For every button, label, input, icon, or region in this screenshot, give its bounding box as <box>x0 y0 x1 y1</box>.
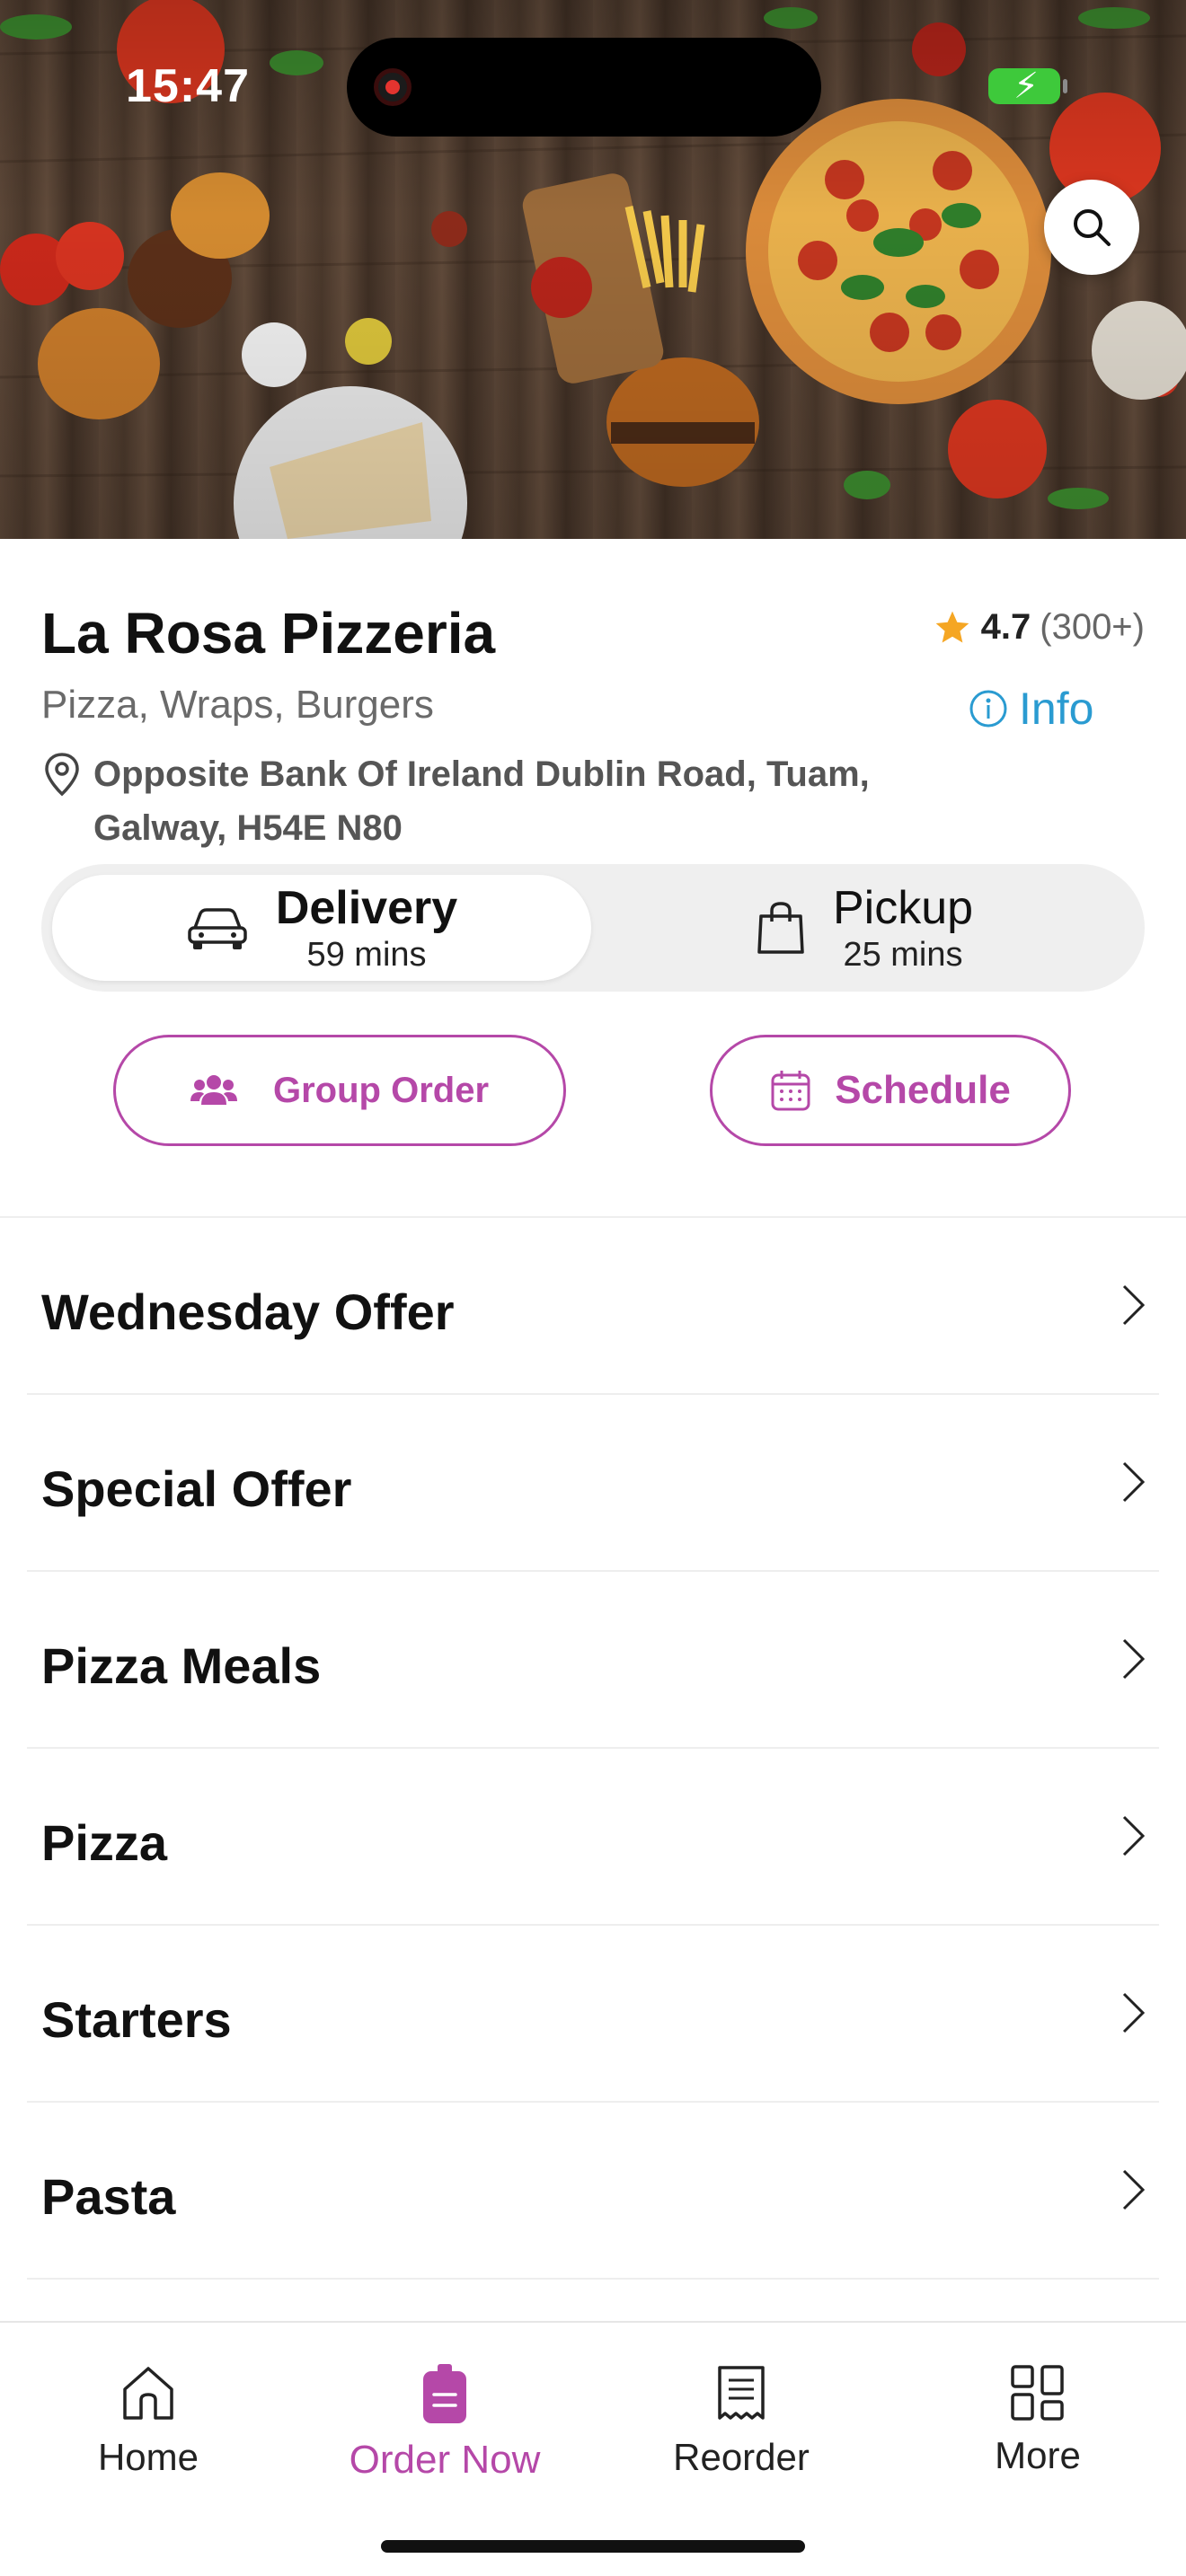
category-row-pasta[interactable]: Pasta <box>27 2103 1159 2280</box>
chevron-right-icon <box>1122 1992 1146 2033</box>
info-icon <box>969 690 1007 728</box>
search-button[interactable] <box>1044 180 1139 275</box>
pickup-option[interactable]: Pickup 25 mins <box>595 875 1134 981</box>
tab-more-label: More <box>995 2434 1081 2476</box>
category-row-pizza[interactable]: Pizza <box>27 1749 1159 1926</box>
category-label: Pizza Meals <box>41 1637 322 1694</box>
info-link[interactable]: Info <box>969 683 1093 735</box>
group-order-button[interactable]: Group Order <box>113 1035 566 1146</box>
address: Opposite Bank Of Ireland Dublin Road, Tu… <box>41 747 940 855</box>
address-text: Opposite Bank Of Ireland Dublin Road, Tu… <box>93 747 870 855</box>
address-line2: Galway, H54E N80 <box>93 808 403 848</box>
hero-banner: 15:47 ⚡ <box>0 0 1186 539</box>
recording-indicator-icon <box>374 68 412 106</box>
order-icon <box>423 2364 466 2423</box>
bottom-tab-bar: Home Order Now Reorder More <box>0 2321 1186 2576</box>
category-label: Wednesday Offer <box>41 1284 455 1340</box>
delivery-option[interactable]: Delivery 59 mins <box>52 875 591 981</box>
tab-home[interactable]: Home <box>13 2364 283 2479</box>
receipt-icon <box>718 2366 765 2420</box>
star-icon <box>935 611 969 642</box>
tab-order-now-label: Order Now <box>349 2438 541 2482</box>
delivery-label: Delivery <box>275 882 458 934</box>
category-label: Pasta <box>41 2168 176 2225</box>
chevron-right-icon <box>1122 2169 1146 2210</box>
cuisine-list: Pizza, Wraps, Burgers <box>41 683 434 727</box>
home-indicator[interactable] <box>381 2540 805 2553</box>
tab-order-now[interactable]: Order Now <box>310 2364 580 2483</box>
restaurant-name: La Rosa Pizzeria <box>41 601 496 666</box>
car-icon <box>188 908 247 949</box>
category-label: Pizza <box>41 1814 168 1871</box>
status-time: 15:47 <box>126 60 250 112</box>
chevron-right-icon <box>1122 1638 1146 1680</box>
schedule-label: Schedule <box>835 1068 1011 1112</box>
rating-value: 4.7 <box>980 607 1031 647</box>
shopping-bag-icon <box>757 902 804 954</box>
category-label: Special Offer <box>41 1460 352 1517</box>
schedule-button[interactable]: Schedule <box>710 1035 1071 1146</box>
category-row-pizza-meals[interactable]: Pizza Meals <box>27 1572 1159 1749</box>
chevron-right-icon <box>1122 1815 1146 1857</box>
pickup-time: 25 mins <box>843 936 963 974</box>
address-line1: Opposite Bank Of Ireland Dublin Road, Tu… <box>93 754 870 794</box>
group-order-label: Group Order <box>272 1070 490 1110</box>
battery-charging-icon: ⚡ <box>988 66 1067 106</box>
search-icon <box>1074 209 1111 246</box>
category-row-starters[interactable]: Starters <box>27 1926 1159 2103</box>
tab-reorder[interactable]: Reorder <box>606 2364 876 2479</box>
dynamic-island <box>347 38 821 137</box>
chevron-right-icon <box>1122 1461 1146 1503</box>
delivery-time: 59 mins <box>306 936 427 974</box>
group-users-icon <box>190 1075 237 1105</box>
home-icon <box>123 2367 173 2420</box>
chevron-right-icon <box>1122 1284 1146 1326</box>
delivery-pickup-toggle: Delivery 59 mins Pickup 25 mins <box>41 864 1145 992</box>
category-row-wednesday-offer[interactable]: Wednesday Offer <box>27 1218 1159 1395</box>
tab-reorder-label: Reorder <box>673 2436 810 2478</box>
rating-count: (300+) <box>1040 607 1145 647</box>
bolt-icon: ⚡ <box>1013 66 1040 106</box>
tab-home-label: Home <box>97 2436 199 2478</box>
menu-category-list: Wednesday Offer Special Offer Pizza Meal… <box>0 1218 1186 2280</box>
category-row-special-offer[interactable]: Special Offer <box>27 1395 1159 1572</box>
calendar-icon <box>771 1071 810 1111</box>
category-label: Starters <box>41 1991 232 2048</box>
tab-more[interactable]: More <box>903 2364 1173 2477</box>
rating: 4.7 (300+) <box>933 607 1145 648</box>
grid-icon <box>1011 2365 1064 2421</box>
info-label: Info <box>1019 684 1094 734</box>
location-pin-icon <box>45 753 79 797</box>
pickup-label: Pickup <box>832 882 974 934</box>
